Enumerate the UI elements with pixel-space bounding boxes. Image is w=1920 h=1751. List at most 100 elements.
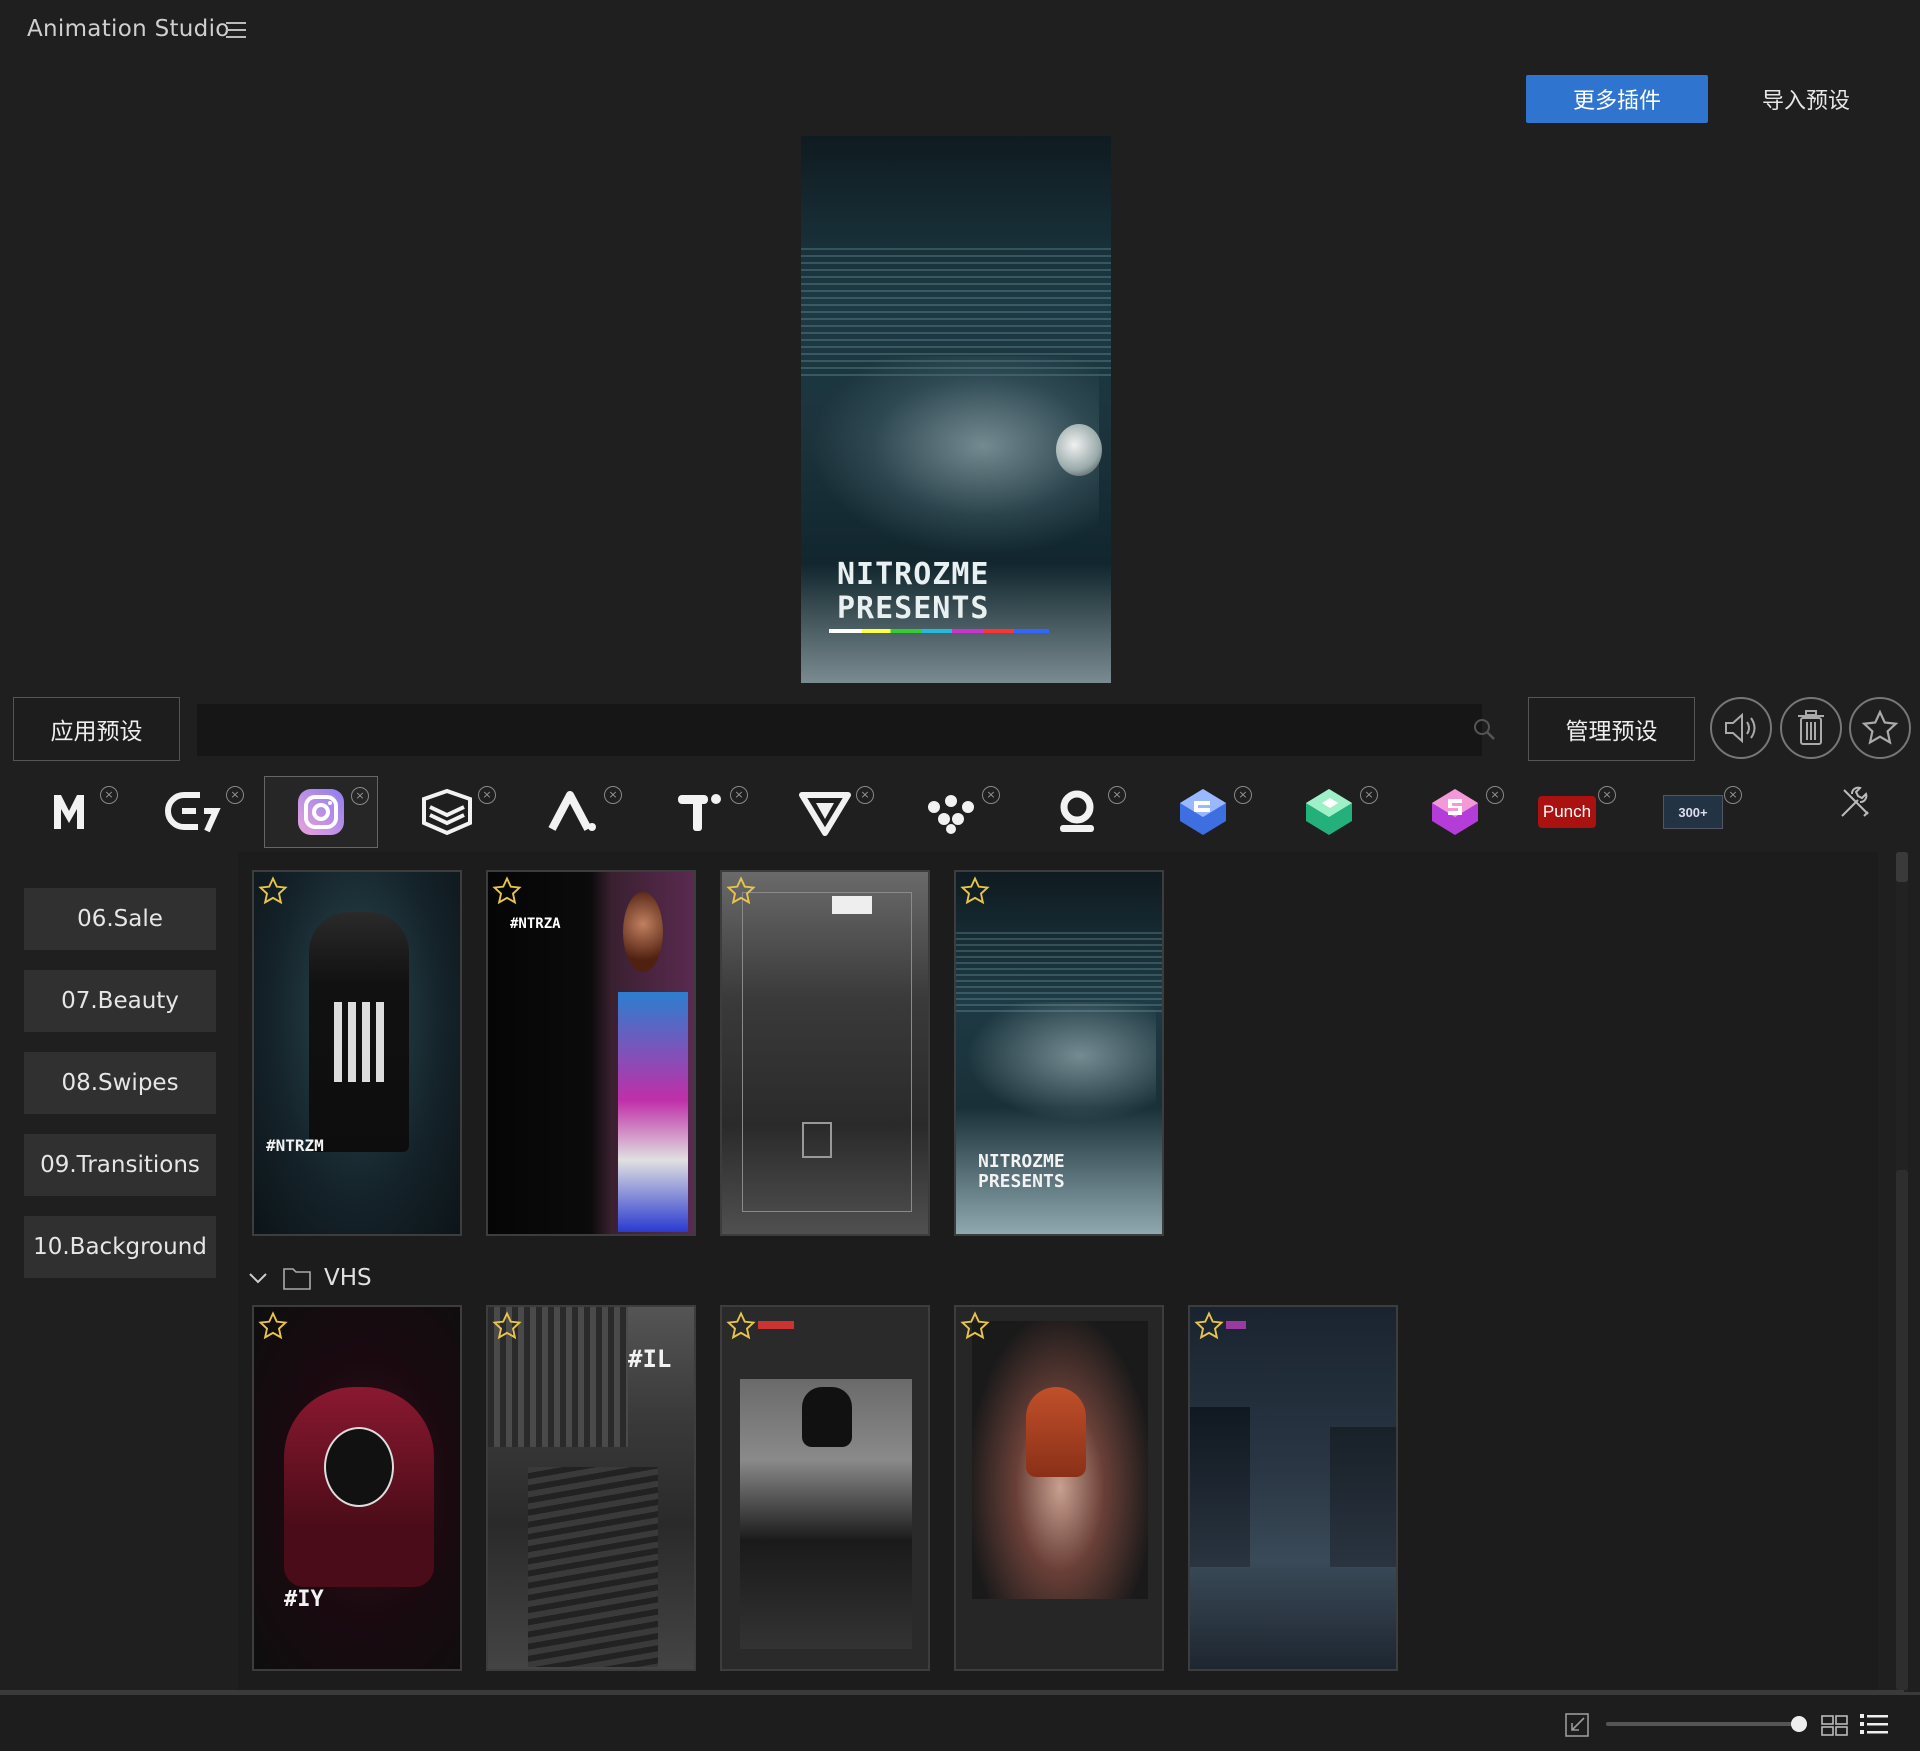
tools-icon[interactable] bbox=[1838, 786, 1872, 820]
close-icon[interactable]: × bbox=[982, 786, 1000, 804]
preset-thumbnail[interactable]: #NTRZA bbox=[486, 870, 696, 1236]
star-icon[interactable] bbox=[726, 876, 756, 906]
a-logo-icon bbox=[548, 791, 596, 831]
search-icon[interactable] bbox=[1472, 717, 1496, 741]
category-beauty[interactable]: 07.Beauty bbox=[24, 970, 216, 1032]
preview-title: NITROZME PRESENTS bbox=[837, 557, 990, 626]
folder-icon bbox=[283, 1268, 311, 1290]
close-icon[interactable]: × bbox=[1360, 786, 1378, 804]
scrollbar-thumb[interactable] bbox=[1896, 852, 1908, 882]
category-sale[interactable]: 06.Sale bbox=[24, 888, 216, 950]
dots-logo-icon bbox=[928, 795, 974, 834]
folder-row-vhs[interactable]: VHS bbox=[248, 1262, 372, 1294]
star-icon[interactable] bbox=[726, 1311, 756, 1341]
zoom-slider-knob[interactable] bbox=[1791, 1716, 1807, 1732]
grid-view-icon[interactable] bbox=[1820, 1712, 1850, 1738]
import-preset-button[interactable]: 导入预设 bbox=[1736, 75, 1876, 123]
q-logo-icon bbox=[1060, 790, 1094, 832]
apply-preset-button[interactable]: 应用预设 bbox=[13, 697, 180, 761]
plugin-tab-e7[interactable]: × bbox=[138, 776, 252, 848]
chevron-down-icon[interactable] bbox=[248, 1271, 268, 1285]
star-icon[interactable] bbox=[258, 876, 288, 906]
star-icon[interactable] bbox=[492, 876, 522, 906]
plugin-tab-instagram[interactable]: × bbox=[264, 776, 378, 848]
preset-thumbnail[interactable] bbox=[1188, 1305, 1398, 1671]
category-swipes[interactable]: 08.Swipes bbox=[24, 1052, 216, 1114]
plugin-tab-pink[interactable]: × bbox=[1398, 776, 1512, 848]
preset-thumbnail[interactable] bbox=[720, 1305, 930, 1671]
delete-button[interactable] bbox=[1780, 697, 1842, 759]
close-icon[interactable]: × bbox=[478, 786, 496, 804]
scrollbar-thumb-lower[interactable] bbox=[1896, 1170, 1908, 1690]
zoom-slider[interactable] bbox=[1606, 1722, 1802, 1726]
hamburger-menu-icon[interactable] bbox=[226, 22, 246, 40]
preset-thumbnail[interactable]: #IL bbox=[486, 1305, 696, 1671]
preset-thumbnail[interactable]: #NTRZM bbox=[252, 870, 462, 1236]
plugin-tab-layers[interactable]: × bbox=[390, 776, 504, 848]
app-title: Animation Studio bbox=[27, 16, 230, 42]
search-input[interactable] bbox=[197, 704, 1482, 756]
pink-cube-icon bbox=[1432, 789, 1478, 835]
plugin-tab-v[interactable]: × bbox=[768, 776, 882, 848]
punch-badge: Punch bbox=[1538, 796, 1596, 828]
sound-button[interactable] bbox=[1710, 697, 1772, 759]
preset-thumbnail[interactable]: NITROZME PRESENTS bbox=[954, 870, 1164, 1236]
e7-logo-icon bbox=[165, 792, 221, 833]
favorite-button[interactable] bbox=[1849, 697, 1911, 759]
close-icon[interactable]: × bbox=[100, 786, 118, 804]
t-logo-icon bbox=[678, 794, 721, 831]
plugin-bar: × × × × × × × × × × × × Punch × 300+ × bbox=[0, 776, 1920, 848]
thumbnail-label: #IY bbox=[284, 1587, 324, 1612]
thumbnail-label: #IL bbox=[628, 1345, 672, 1373]
plugin-tab-blue[interactable]: × bbox=[1146, 776, 1260, 848]
star-icon[interactable] bbox=[1194, 1311, 1224, 1341]
plugin-tab-transitions[interactable]: 300+ × bbox=[1636, 776, 1750, 848]
more-plugins-button[interactable]: 更多插件 bbox=[1526, 75, 1708, 123]
star-icon[interactable] bbox=[960, 876, 990, 906]
category-background[interactable]: 10.Background bbox=[24, 1216, 216, 1278]
manage-preset-button[interactable]: 管理预设 bbox=[1528, 697, 1695, 761]
star-icon[interactable] bbox=[492, 1311, 522, 1341]
close-icon[interactable]: × bbox=[730, 786, 748, 804]
instagram-icon bbox=[298, 789, 344, 835]
close-icon[interactable]: × bbox=[226, 786, 244, 804]
v-logo-icon bbox=[799, 792, 851, 836]
transitions-badge: 300+ bbox=[1663, 795, 1723, 829]
plugin-tab-t[interactable]: × bbox=[642, 776, 756, 848]
close-icon[interactable]: × bbox=[604, 786, 622, 804]
plugin-tab-a[interactable]: × bbox=[516, 776, 630, 848]
thumbnail-label: #NTRZM bbox=[266, 1136, 324, 1155]
m-logo-icon bbox=[54, 795, 84, 829]
close-icon[interactable]: × bbox=[1486, 786, 1504, 804]
preset-thumbnail[interactable]: #IY bbox=[252, 1305, 462, 1671]
plugin-tab-q[interactable]: × bbox=[1020, 776, 1134, 848]
close-icon[interactable]: × bbox=[351, 787, 369, 805]
star-icon[interactable] bbox=[258, 1311, 288, 1341]
folder-name: VHS bbox=[324, 1265, 372, 1291]
layers-logo-icon bbox=[422, 788, 472, 836]
plugin-tab-dots[interactable]: × bbox=[894, 776, 1008, 848]
close-icon[interactable]: × bbox=[856, 786, 874, 804]
trash-icon bbox=[1798, 710, 1824, 745]
preset-thumbnail[interactable] bbox=[954, 1305, 1164, 1671]
category-transitions[interactable]: 09.Transitions bbox=[24, 1134, 216, 1196]
thumbnail-label: #NTRZA bbox=[510, 916, 561, 932]
star-outline-icon bbox=[1861, 709, 1899, 745]
star-icon[interactable] bbox=[960, 1311, 990, 1341]
preset-thumbnail[interactable] bbox=[720, 870, 930, 1236]
astronaut-figure bbox=[809, 356, 1099, 556]
close-icon[interactable]: × bbox=[1598, 786, 1616, 804]
preview-panel: NITROZME PRESENTS bbox=[801, 136, 1111, 683]
close-icon[interactable]: × bbox=[1234, 786, 1252, 804]
plugin-tab-punch[interactable]: Punch × bbox=[1510, 776, 1624, 848]
close-icon[interactable]: × bbox=[1108, 786, 1126, 804]
category-sidebar: 06.Sale 07.Beauty 08.Swipes 09.Transitio… bbox=[24, 888, 216, 1298]
plugin-tab-m[interactable]: × bbox=[12, 776, 126, 848]
speaker-icon bbox=[1725, 712, 1756, 744]
plugin-tab-green[interactable]: × bbox=[1272, 776, 1386, 848]
blue-cube-icon bbox=[1180, 789, 1226, 835]
green-cube-icon bbox=[1306, 789, 1352, 835]
list-view-icon[interactable] bbox=[1858, 1710, 1890, 1738]
close-icon[interactable]: × bbox=[1724, 786, 1742, 804]
fit-view-icon[interactable] bbox=[1564, 1712, 1590, 1738]
